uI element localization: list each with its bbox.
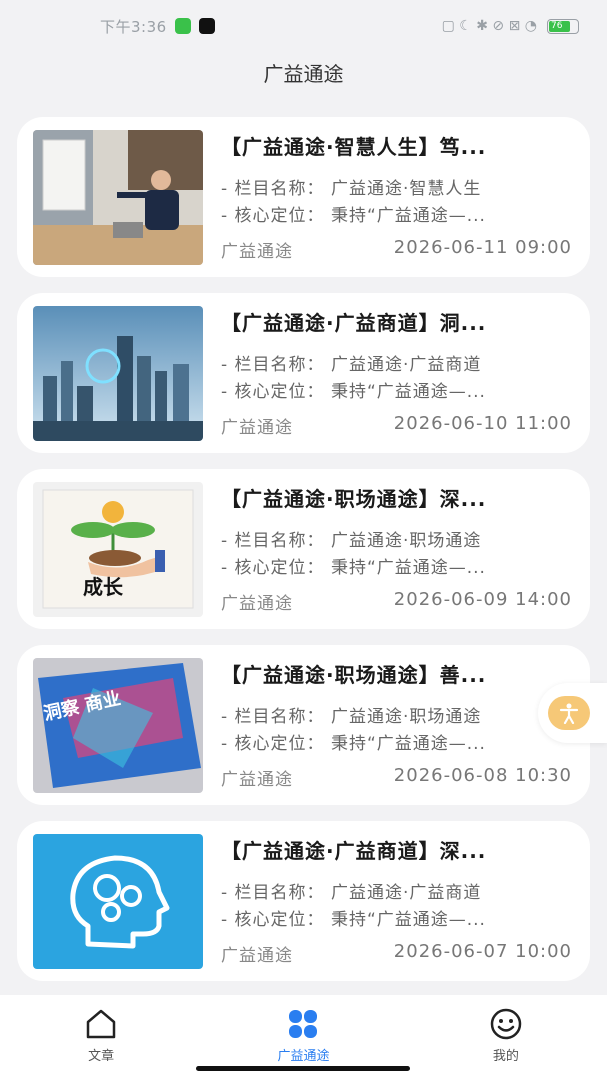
status-bar: 下午3:36 ▢ ☾ ✱ ⊘ ⊠ ◔ 76 [0, 0, 607, 62]
smiley-icon [490, 1008, 522, 1040]
article-column: - 栏目名称： 广益通途·职场通途 [221, 531, 482, 551]
signal-icons: ▢ ☾ ✱ ⊘ ⊠ ◔ [441, 18, 537, 34]
article-column: - 栏目名称： 广益通途·智慧人生 [221, 179, 482, 199]
article-position: - 核心定位： 秉持“广益通途—... [221, 382, 486, 402]
article-date: 2026-06-08 10:30 [393, 765, 572, 786]
article-position: - 核心定位： 秉持“广益通途—... [221, 206, 486, 226]
article-title: 【广益通途·广益商道】洞... [221, 311, 487, 335]
article-card[interactable]: 【广益通途·智慧人生】笃... - 栏目名称： 广益通途·智慧人生 - 核心定位… [17, 117, 590, 277]
apps-grid-icon [289, 1010, 318, 1038]
article-title: 【广益通途·智慧人生】笃... [221, 135, 487, 159]
tiktok-notification-icon [198, 18, 215, 34]
tab-articles[interactable]: 文章 [0, 995, 202, 1080]
smart-city-skyline-photo [33, 306, 203, 441]
article-date: 2026-06-10 11:00 [393, 413, 572, 434]
battery-icon: 76 [547, 18, 579, 34]
article-position: - 核心定位： 秉持“广益通途—... [221, 734, 486, 754]
home-icon [86, 1009, 116, 1039]
article-source: 广益通途 [221, 594, 293, 614]
growth-plant-illustration: 成长 [33, 482, 203, 617]
article-date: 2026-06-09 14:00 [393, 589, 572, 610]
home-indicator [196, 1066, 410, 1071]
article-title: 【广益通途·广益商道】深... [221, 839, 487, 863]
svg-text:成长: 成长 [83, 575, 124, 599]
accessibility-icon [548, 696, 590, 730]
wechat-notification-icon [174, 18, 191, 34]
head-gears-illustration [33, 834, 203, 969]
status-time: 下午3:36 [100, 17, 167, 36]
business-presentation-photo [33, 130, 203, 265]
article-card[interactable]: 【广益通途·广益商道】深... - 栏目名称： 广益通途·广益商道 - 核心定位… [17, 821, 590, 981]
tab-label: 文章 [88, 1049, 115, 1064]
article-card[interactable]: 洞察 商业 【广益通途·职场通途】善... - 栏目名称： 广益通途·职场通途 … [17, 645, 590, 805]
article-position: - 核心定位： 秉持“广益通途—... [221, 910, 486, 930]
tab-label: 我的 [492, 1049, 519, 1064]
article-list: 【广益通途·智慧人生】笃... - 栏目名称： 广益通途·智慧人生 - 核心定位… [17, 117, 590, 997]
book-cover-photo: 洞察 商业 [33, 658, 203, 793]
article-title: 【广益通途·职场通途】深... [221, 487, 487, 511]
article-date: 2026-06-07 10:00 [393, 941, 572, 962]
article-column: - 栏目名称： 广益通途·广益商道 [221, 355, 482, 375]
article-column: - 栏目名称： 广益通途·职场通途 [221, 707, 482, 727]
article-date: 2026-06-11 09:00 [393, 237, 572, 258]
tab-mine[interactable]: 我的 [405, 995, 607, 1080]
article-column: - 栏目名称： 广益通途·广益商道 [221, 883, 482, 903]
article-title: 【广益通途·职场通途】善... [221, 663, 487, 687]
tab-label: 广益通途 [277, 1049, 330, 1064]
accessibility-float-button[interactable] [538, 683, 607, 743]
article-source: 广益通途 [221, 770, 293, 790]
article-card[interactable]: 成长 【广益通途·职场通途】深... - 栏目名称： 广益通途·职场通途 - 核… [17, 469, 590, 629]
article-card[interactable]: 【广益通途·广益商道】洞... - 栏目名称： 广益通途·广益商道 - 核心定位… [17, 293, 590, 453]
article-source: 广益通途 [221, 946, 293, 966]
article-source: 广益通途 [221, 242, 293, 262]
article-source: 广益通途 [221, 418, 293, 438]
article-position: - 核心定位： 秉持“广益通途—... [221, 558, 486, 578]
page-title: 广益通途 [263, 62, 344, 86]
